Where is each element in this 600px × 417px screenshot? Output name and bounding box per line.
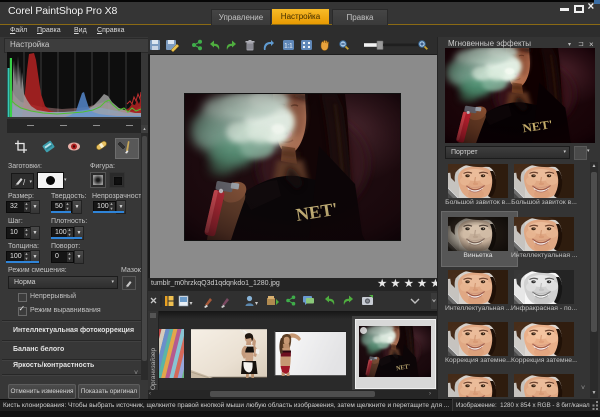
svg-text:/: /: [23, 178, 26, 187]
svg-text:▾: ▾: [255, 301, 258, 307]
svg-text:▾: ▾: [190, 301, 193, 307]
svg-text:1:1: 1:1: [284, 44, 293, 50]
